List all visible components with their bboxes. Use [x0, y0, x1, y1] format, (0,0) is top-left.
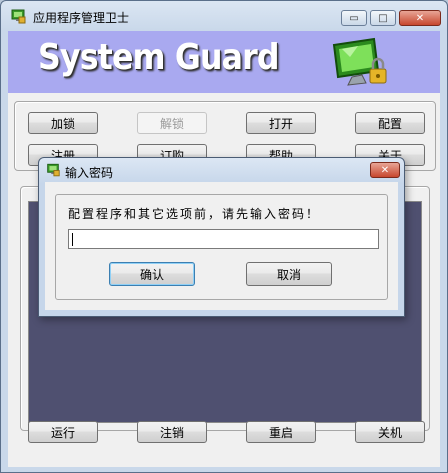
config-button-label: 配置 [377, 116, 402, 131]
logoff-button[interactable]: 注销 [137, 421, 207, 443]
confirm-button[interactable]: 确认 [109, 262, 195, 286]
open-button-label: 打开 [268, 116, 293, 131]
text-caret [72, 233, 73, 246]
password-input[interactable] [68, 229, 379, 249]
shutdown-button-label: 关机 [377, 425, 402, 440]
logoff-button-label: 注销 [159, 425, 184, 440]
dialog-title: 输入密码 [65, 166, 114, 180]
restart-button-label: 重启 [268, 425, 293, 440]
open-button[interactable]: 打开 [246, 112, 316, 134]
dialog-prompt: 配置程序和其它选项前，请先输入密码！ [68, 207, 321, 221]
maximize-button[interactable]: □ [370, 10, 396, 26]
app-icon [47, 163, 60, 177]
lock-button[interactable]: 加锁 [28, 112, 98, 134]
restart-button[interactable]: 重启 [246, 421, 316, 443]
run-button-label: 运行 [50, 425, 75, 440]
minimize-icon: ▭ [349, 12, 359, 24]
minimize-button[interactable]: ▭ [341, 10, 367, 26]
config-button[interactable]: 配置 [355, 112, 425, 134]
close-icon: ✕ [380, 164, 390, 176]
banner: System Guard [8, 31, 440, 93]
dialog-client-area: 配置程序和其它选项前，请先输入密码！ 确认 取消 [45, 182, 398, 310]
title-bar[interactable]: 应用程序管理卫士 ▭ □ ✕ [1, 1, 447, 31]
shutdown-button[interactable]: 关机 [355, 421, 425, 443]
cancel-button[interactable]: 取消 [246, 262, 332, 286]
confirm-label: 确认 [139, 267, 164, 282]
app-icon [11, 9, 26, 24]
unlock-button-label: 解锁 [159, 116, 184, 131]
dialog-group: 配置程序和其它选项前，请先输入密码！ 确认 取消 [55, 194, 388, 300]
unlock-button[interactable]: 解锁 [137, 112, 207, 134]
window-title: 应用程序管理卫士 [33, 11, 130, 25]
run-button[interactable]: 运行 [28, 421, 98, 443]
lock-button-label: 加锁 [50, 116, 75, 131]
banner-title: System Guard [38, 37, 280, 78]
dialog-close-button[interactable]: ✕ [370, 162, 400, 178]
cancel-label: 取消 [276, 267, 301, 282]
maximize-icon: □ [378, 12, 388, 24]
password-dialog: 输入密码 ✕ 配置程序和其它选项前，请先输入密码！ 确认 取消 [38, 157, 405, 317]
monitor-lock-icon [332, 37, 387, 86]
close-button[interactable]: ✕ [399, 10, 441, 26]
close-icon: ✕ [415, 12, 425, 24]
